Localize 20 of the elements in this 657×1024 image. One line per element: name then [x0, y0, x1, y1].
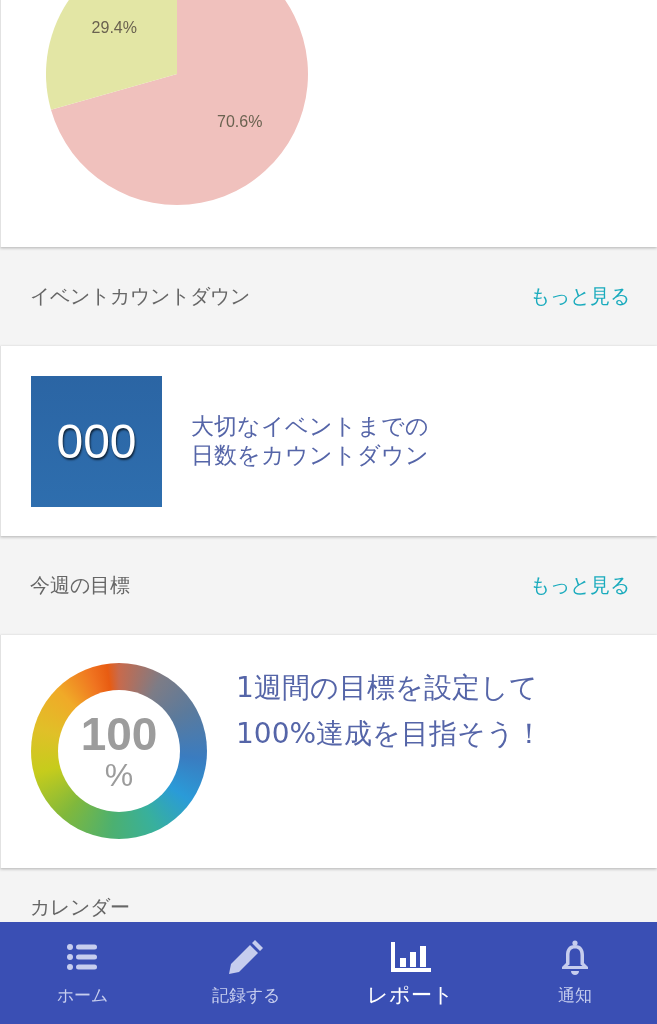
nav-tab[interactable]: 通知 [492, 922, 657, 1024]
section-title: イベントカウントダウン [30, 283, 250, 310]
slice-label: 70.6% [217, 113, 263, 131]
list-icon [67, 943, 98, 971]
bell-icon [559, 939, 590, 975]
more-link[interactable]: もっと見る [530, 283, 630, 310]
goal-message: 1週間の目標を設定して100%達成を目指そう！ [236, 670, 544, 752]
countdown-tile: 000 [31, 375, 162, 507]
ring-unit: % [104, 758, 134, 792]
more-link[interactable]: もっと見る [530, 572, 630, 599]
slice-label: 29.4% [91, 18, 137, 36]
pencil-icon [229, 940, 264, 974]
ring-value: 100 [80, 710, 158, 758]
bar-chart-icon [390, 941, 431, 973]
nav-tab[interactable]: ホーム [0, 922, 165, 1024]
section-title: 今週の目標 [30, 572, 130, 599]
section-title: カレンダー [30, 894, 130, 921]
nav-tab[interactable]: 記録する [164, 922, 329, 1024]
countdown-message: 大切なイベントまでの日数をカウントダウン [191, 412, 430, 470]
nav-tab[interactable]: レポート [328, 922, 493, 1024]
